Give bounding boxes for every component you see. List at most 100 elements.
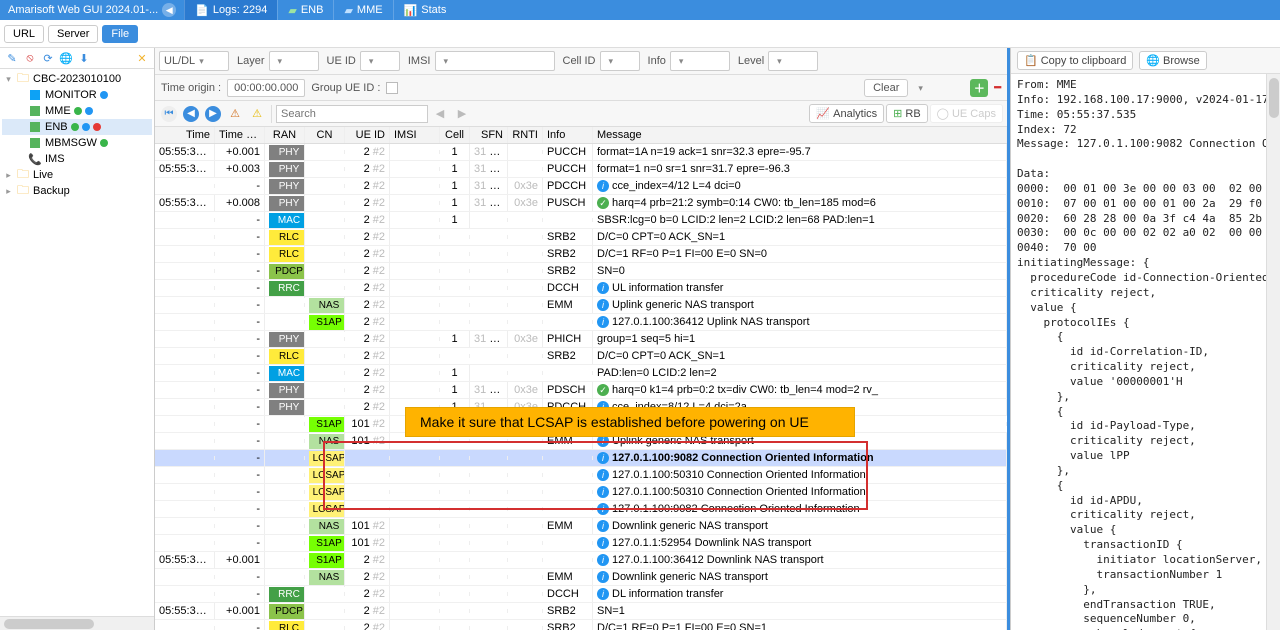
detail-body[interactable]: From: MME Info: 192.168.100.17:9000, v20… bbox=[1011, 74, 1266, 630]
cn-tag: S1AP bbox=[309, 553, 345, 568]
table-row[interactable]: -RLC2 #2SRB2D/C=1 RF=0 P=1 FI=00 E=0 SN=… bbox=[155, 246, 1007, 263]
tree-item-mme[interactable]: MME bbox=[2, 103, 152, 119]
filter-info[interactable]: ▾ bbox=[670, 51, 730, 71]
tab-enb[interactable]: ▰ ENB bbox=[277, 0, 333, 20]
tab-mme[interactable]: ▰ MME bbox=[333, 0, 392, 20]
table-row[interactable]: -PDCP2 #2SRB2SN=0 bbox=[155, 263, 1007, 280]
table-row[interactable]: 05:55:37.536+0.001S1AP2 #2i127.0.1.100:3… bbox=[155, 552, 1007, 569]
clear-button[interactable]: Clear bbox=[864, 79, 908, 97]
table-row[interactable]: -S1AP101 #2i127.0.1.1:52954 Downlink NAS… bbox=[155, 535, 1007, 552]
copy-button[interactable]: 📋Copy to clipboard bbox=[1017, 51, 1133, 70]
table-row[interactable]: -LCSAP i127.0.1.100:9082 Connection Orie… bbox=[155, 450, 1007, 467]
folder-icon bbox=[16, 72, 30, 86]
msg-text: Downlink generic NAS transport bbox=[612, 571, 768, 583]
rb-button[interactable]: ⊞RB bbox=[886, 104, 928, 123]
table-row[interactable]: 05:55:37.527+0.003PHY2 #2131 418.0PUCCHf… bbox=[155, 161, 1007, 178]
first-icon[interactable]: ⏮ bbox=[159, 104, 179, 124]
table-row[interactable]: -RLC2 #2SRB2D/C=1 RF=0 P=1 FI=00 E=0 SN=… bbox=[155, 620, 1007, 630]
collapse-icon[interactable]: ◀ bbox=[162, 3, 176, 17]
col-diff[interactable]: Time diff bbox=[215, 127, 265, 143]
msg-text: format=1A n=19 ack=1 snr=32.3 epre=-95.7 bbox=[597, 146, 811, 158]
stop-icon[interactable]: ⦸ bbox=[22, 50, 38, 66]
col-cn[interactable]: CN bbox=[305, 127, 345, 143]
table-row[interactable]: -PHY2 #2131 418.40x3ePDCCHicce_index=4/1… bbox=[155, 178, 1007, 195]
tree-item-enb[interactable]: ENB bbox=[2, 119, 152, 135]
file-button[interactable]: File bbox=[102, 25, 138, 43]
table-row[interactable]: -RRC2 #2DCCHiUL information transfer bbox=[155, 280, 1007, 297]
table-row[interactable]: -PHY2 #2131 419.20x3ePDSCH✓harq=0 k1=4 p… bbox=[155, 382, 1007, 399]
uecaps-icon: ◯ bbox=[937, 107, 949, 120]
search-next-icon[interactable]: ▶ bbox=[452, 104, 472, 124]
v-scrollbar[interactable] bbox=[1266, 74, 1280, 630]
table-row[interactable]: -PHY2 #2131 419.20x3ePHICHgroup=1 seq=5 … bbox=[155, 331, 1007, 348]
table-row[interactable]: -LCSAP i127.0.1.100:50310 Connection Ori… bbox=[155, 484, 1007, 501]
col-info[interactable]: Info bbox=[543, 127, 593, 143]
detail-panel: 📋Copy to clipboard 🌐Browse From: MME Inf… bbox=[1010, 48, 1280, 630]
table-row[interactable]: -NAS2 #2EMMiDownlink generic NAS transpo… bbox=[155, 569, 1007, 586]
col-ran[interactable]: RAN bbox=[265, 127, 305, 143]
browse-button[interactable]: 🌐Browse bbox=[1139, 51, 1206, 70]
col-ueid[interactable]: UE ID bbox=[345, 127, 390, 143]
filter-layer[interactable]: ▾ bbox=[269, 51, 319, 71]
col-cell[interactable]: Cell bbox=[440, 127, 470, 143]
table-row[interactable]: -LCSAP i127.0.1.100:50310 Connection Ori… bbox=[155, 467, 1007, 484]
table-row[interactable]: 05:55:37.524+0.001PHY2 #2131 417.7PUCCHf… bbox=[155, 144, 1007, 161]
filter-icon[interactable]: ✎ bbox=[4, 50, 20, 66]
ran-tag: MAC bbox=[269, 213, 305, 228]
table-row[interactable]: -S1AP2 #2i127.0.1.100:36412 Uplink NAS t… bbox=[155, 314, 1007, 331]
center-panel: UL/DL▾ Layer ▾ UE ID ▾ IMSI ▾ Cell ID ▾ … bbox=[155, 48, 1010, 630]
table-row[interactable]: 05:55:37.537+0.001PDCP2 #2SRB2SN=1 bbox=[155, 603, 1007, 620]
h-scrollbar[interactable] bbox=[0, 616, 154, 630]
table-row[interactable]: -NAS2 #2EMMiUplink generic NAS transport bbox=[155, 297, 1007, 314]
tab-stats[interactable]: 📊 Stats bbox=[393, 0, 457, 20]
table-row[interactable]: -MAC2 #21PAD:len=0 LCID:2 len=2 bbox=[155, 365, 1007, 382]
annotation-label: Make it sure that LCSAP is established b… bbox=[405, 407, 855, 437]
globe-icon[interactable]: 🌐 bbox=[58, 50, 74, 66]
table-row[interactable]: -RLC2 #2SRB2D/C=0 CPT=0 ACK_SN=1 bbox=[155, 348, 1007, 365]
col-rnti[interactable]: RNTI bbox=[508, 127, 543, 143]
filter-cellid[interactable]: ▾ bbox=[600, 51, 640, 71]
filter-level[interactable]: ▾ bbox=[768, 51, 818, 71]
col-msg[interactable]: Message bbox=[593, 127, 1007, 143]
tree-item-backup[interactable]: ▸Backup bbox=[2, 183, 152, 199]
table-row[interactable]: -LCSAP i127.0.1.100:9082 Connection Orie… bbox=[155, 501, 1007, 518]
analytics-button[interactable]: 📈Analytics bbox=[809, 104, 884, 123]
server-button[interactable]: Server bbox=[48, 25, 98, 43]
tab-logs[interactable]: 📄 Logs: 2294 bbox=[184, 0, 277, 20]
minus-icon[interactable]: ━ bbox=[994, 81, 1001, 94]
next-icon[interactable]: ▶ bbox=[203, 104, 223, 124]
warn-icon[interactable]: ⚠ bbox=[225, 104, 245, 124]
clear-select[interactable]: ▾ bbox=[914, 82, 964, 94]
table-row[interactable]: -RRC2 #2DCCHiDL information transfer bbox=[155, 586, 1007, 603]
tab-stats-label: Stats bbox=[421, 4, 446, 16]
expander-icon[interactable]: ▾ bbox=[4, 74, 13, 85]
search-prev-icon[interactable]: ◀ bbox=[430, 104, 450, 124]
table-row[interactable]: 05:55:37.535+0.008PHY2 #2131 418.80x3ePU… bbox=[155, 195, 1007, 212]
search-input[interactable] bbox=[276, 105, 428, 123]
filter-uldl[interactable]: UL/DL▾ bbox=[159, 51, 229, 71]
tree-item-mbmsgw[interactable]: MBMSGW bbox=[2, 135, 152, 151]
filter-ueid[interactable]: ▾ bbox=[360, 51, 400, 71]
table-row[interactable]: -RLC2 #2SRB2D/C=0 CPT=0 ACK_SN=1 bbox=[155, 229, 1007, 246]
url-button[interactable]: URL bbox=[4, 25, 44, 43]
table-row[interactable]: -MAC2 #21SBSR:lcg=0 b=0 LCID:2 len=2 LCI… bbox=[155, 212, 1007, 229]
table-row[interactable]: -NAS101 #2EMMiDownlink generic NAS trans… bbox=[155, 518, 1007, 535]
close-icon[interactable]: ✕ bbox=[134, 50, 150, 66]
col-imsi[interactable]: IMSI bbox=[390, 127, 440, 143]
warn2-icon[interactable]: ⚠ bbox=[247, 104, 267, 124]
expander-icon[interactable]: ▸ bbox=[4, 170, 13, 181]
tree-item-cbc-2023010100[interactable]: ▾CBC-2023010100 bbox=[2, 71, 152, 87]
prev-icon[interactable]: ◀ bbox=[181, 104, 201, 124]
expander-icon[interactable]: ▸ bbox=[4, 186, 13, 197]
phone-icon: 📞 bbox=[28, 152, 42, 166]
filter-imsi[interactable]: ▾ bbox=[435, 51, 555, 71]
col-sfn[interactable]: SFN bbox=[470, 127, 508, 143]
col-time[interactable]: Time bbox=[155, 127, 215, 143]
add-button[interactable]: ＋ bbox=[970, 79, 988, 97]
refresh-icon[interactable]: ⟳ bbox=[40, 50, 56, 66]
filter-info-label: Info bbox=[648, 55, 666, 67]
status-dot bbox=[82, 123, 90, 131]
down-icon[interactable]: ⬇ bbox=[76, 50, 92, 66]
time-origin-input[interactable]: 00:00:00.000 bbox=[227, 79, 305, 97]
group-ueid-checkbox[interactable] bbox=[386, 82, 398, 94]
